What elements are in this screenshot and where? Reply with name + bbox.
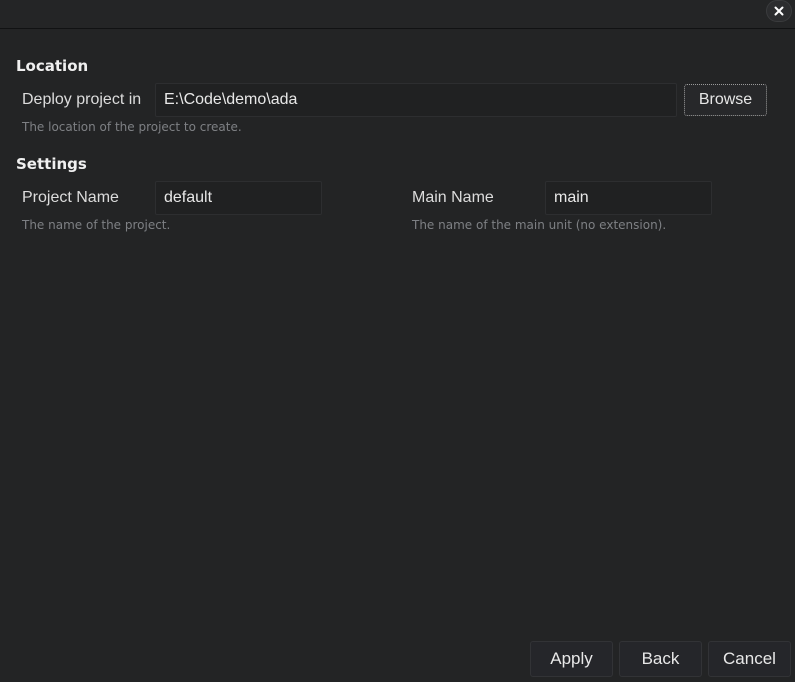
close-icon xyxy=(774,6,784,16)
cancel-button[interactable]: Cancel xyxy=(708,641,791,677)
main-name-hint: The name of the main unit (no extension)… xyxy=(412,218,667,232)
project-name-hint: The name of the project. xyxy=(22,218,171,232)
title-bar xyxy=(0,0,795,29)
main-name-label: Main Name xyxy=(412,189,494,206)
project-name-label: Project Name xyxy=(22,189,119,206)
deploy-path-field[interactable]: E:\Code\demo\ada xyxy=(155,83,677,117)
back-button[interactable]: Back xyxy=(619,641,702,677)
settings-section-title: Settings xyxy=(16,155,87,173)
deploy-project-label: Deploy project in xyxy=(22,91,142,108)
project-name-field[interactable]: default xyxy=(155,181,322,215)
location-hint: The location of the project to create. xyxy=(22,120,242,134)
main-name-field[interactable]: main xyxy=(545,181,712,215)
close-button[interactable] xyxy=(766,0,792,22)
browse-button[interactable]: Browse xyxy=(684,84,767,116)
location-section-title: Location xyxy=(16,57,89,75)
apply-button[interactable]: Apply xyxy=(530,641,613,677)
